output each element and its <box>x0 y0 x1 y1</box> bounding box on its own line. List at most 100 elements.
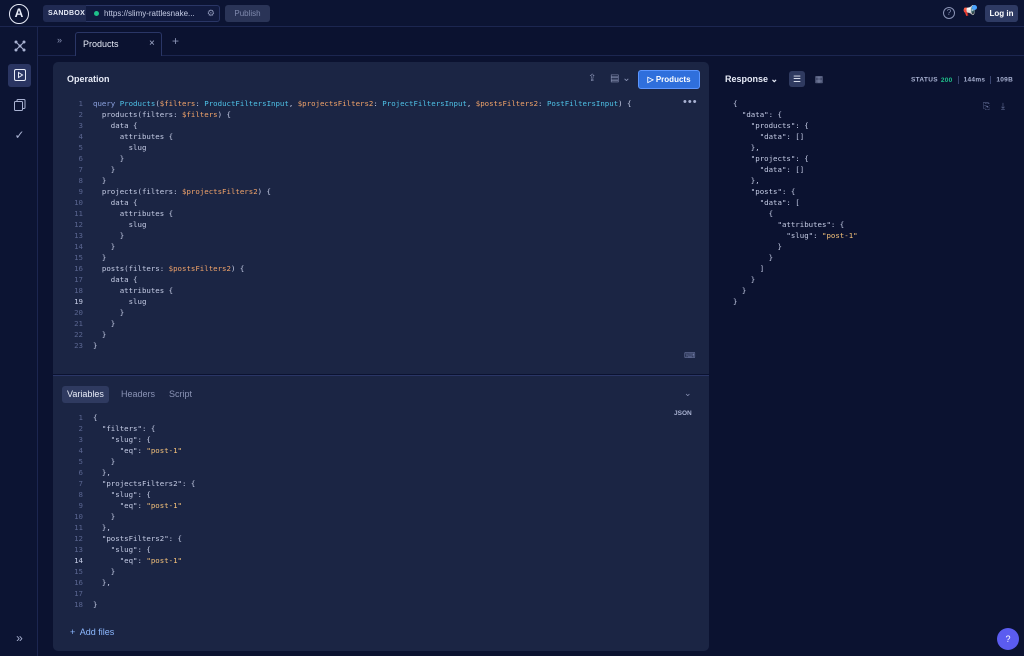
code-line: 7 } <box>67 164 632 175</box>
code-line: "attributes": { <box>733 219 858 230</box>
top-bar: A SANDBOX https://slimy-rattlesnake... ⚙… <box>0 0 1024 27</box>
tab-script[interactable]: Script <box>164 386 197 403</box>
line-number: 10 <box>74 512 83 521</box>
list-view-icon[interactable]: ☰ <box>789 71 805 87</box>
share-icon[interactable]: ⇪ <box>588 73 596 84</box>
code-line: 23} <box>67 340 632 351</box>
code-text: }, <box>733 143 760 152</box>
code-text: "attributes": { <box>733 220 845 229</box>
code-text: } <box>93 512 116 521</box>
code-text: posts(filters: $postsFilters2) { <box>93 264 245 273</box>
keyboard-icon[interactable]: ⌨ <box>684 351 696 360</box>
table-view-icon[interactable]: ▦ <box>811 71 827 87</box>
code-text: "products": { <box>733 121 809 130</box>
expand-sidebar-icon[interactable]: » <box>8 627 31 650</box>
code-text: data { <box>93 121 138 130</box>
login-button[interactable]: Log in <box>985 5 1018 22</box>
code-text: "data": { <box>733 110 782 119</box>
code-line: } <box>733 252 858 263</box>
code-text: } <box>733 286 747 295</box>
code-text: } <box>93 154 125 163</box>
add-files-button[interactable]: + Add files <box>70 627 114 637</box>
code-text: attributes { <box>93 132 174 141</box>
operation-editor[interactable]: 1 query Products($filters: ProductFilters… <box>67 98 632 351</box>
tab-variables[interactable]: Variables <box>62 386 109 403</box>
code-text: "filters": { <box>93 424 156 433</box>
notification-dot <box>972 5 977 10</box>
endpoint-url-text: https://slimy-rattlesnake... <box>104 9 195 18</box>
schema-icon[interactable] <box>8 35 31 58</box>
save-icon[interactable]: ▤ ⌄ <box>610 73 631 84</box>
divider <box>990 76 992 84</box>
code-line: "posts": { <box>733 186 858 197</box>
code-text: } <box>93 341 98 350</box>
explorer-icon[interactable] <box>8 64 31 87</box>
run-button[interactable]: ▷ Products <box>638 70 700 89</box>
endpoint-url-input[interactable]: https://slimy-rattlesnake... ⚙ <box>86 5 220 22</box>
tab-products[interactable]: Products × <box>75 32 162 56</box>
code-line: 14 "eq": "post-1" <box>67 555 195 566</box>
code-text: "posts": { <box>733 187 796 196</box>
code-text: } <box>93 231 125 240</box>
line-number: 16 <box>74 578 83 587</box>
code-text: }, <box>93 578 111 587</box>
line-number: 21 <box>74 319 83 328</box>
code-line: 5 slug <box>67 142 632 153</box>
code-line: 7 "projectsFilters2": { <box>67 478 196 489</box>
response-title-text: Response <box>725 74 769 84</box>
code-text: "data": [] <box>733 132 805 141</box>
operation-panel: Operation ⇪ ▤ ⌄ ▷ Products ••• 1 query Pr… <box>53 62 709 374</box>
code-line: 4 "eq": "post-1" <box>67 445 195 456</box>
response-status: STATUS 200 144ms 109B <box>911 76 1013 84</box>
variables-editor[interactable]: 1{2 "filters": {3 "slug": {4 "eq": "post… <box>67 412 195 610</box>
add-tab-icon[interactable]: + <box>172 34 179 48</box>
tab-headers[interactable]: Headers <box>116 386 160 403</box>
more-options-icon[interactable]: ••• <box>683 96 698 108</box>
code-line: 2 "filters": { <box>67 423 195 434</box>
line-number: 3 <box>78 435 83 444</box>
collections-icon[interactable] <box>8 94 31 117</box>
line-number: 22 <box>74 330 83 339</box>
line-number: 3 <box>78 121 83 130</box>
help-icon[interactable]: ? <box>943 7 955 19</box>
response-viewer: { "data": { "products": { "data": [] }, … <box>733 98 858 307</box>
download-icon[interactable]: ⤓ <box>1001 101 1005 112</box>
code-text: query Products($filters: ProductFiltersI… <box>93 99 632 108</box>
code-line: "products": { <box>733 120 858 131</box>
line-number: 14 <box>74 242 83 251</box>
response-size: 109B <box>996 76 1014 84</box>
line-number: 16 <box>74 264 83 273</box>
publish-button[interactable]: Publish <box>225 5 270 22</box>
code-line: "data": [ <box>733 197 858 208</box>
code-text: } <box>93 567 116 576</box>
code-text: } <box>93 308 125 317</box>
checks-icon[interactable]: ✓ <box>8 124 31 147</box>
gear-icon[interactable]: ⚙ <box>207 6 215 21</box>
help-fab-button[interactable]: ? <box>997 628 1019 650</box>
code-line: ] <box>733 263 858 274</box>
expand-tabs-icon[interactable]: » <box>57 35 62 45</box>
tabs-row: » Products × + <box>38 27 1024 56</box>
chevron-down-icon[interactable]: ⌄ <box>684 388 692 399</box>
code-line: } <box>733 285 858 296</box>
response-title[interactable]: Response ⌄ <box>725 74 778 85</box>
code-text: "slug": { <box>93 490 151 499</box>
copy-icon[interactable]: ⎘ <box>983 101 990 112</box>
close-icon[interactable]: × <box>149 38 155 49</box>
code-text: "eq": "post-1" <box>93 501 183 510</box>
line-number: 13 <box>74 545 83 554</box>
code-text: projects(filters: $projectsFilters2) { <box>93 187 272 196</box>
code-text: }, <box>733 176 760 185</box>
code-text: slug <box>93 143 147 152</box>
code-text: "projects": { <box>733 154 809 163</box>
megaphone-icon[interactable]: 📢 <box>963 5 977 17</box>
line-number: 20 <box>74 308 83 317</box>
add-files-label: Add files <box>79 627 115 637</box>
code-text: attributes { <box>93 286 174 295</box>
line-number: 9 <box>78 187 83 196</box>
code-line: 18 attributes { <box>67 285 632 296</box>
code-text: data { <box>93 198 138 207</box>
code-line: 12 slug <box>67 219 632 230</box>
code-text: slug <box>93 220 147 229</box>
apollo-logo[interactable]: A <box>9 4 29 24</box>
